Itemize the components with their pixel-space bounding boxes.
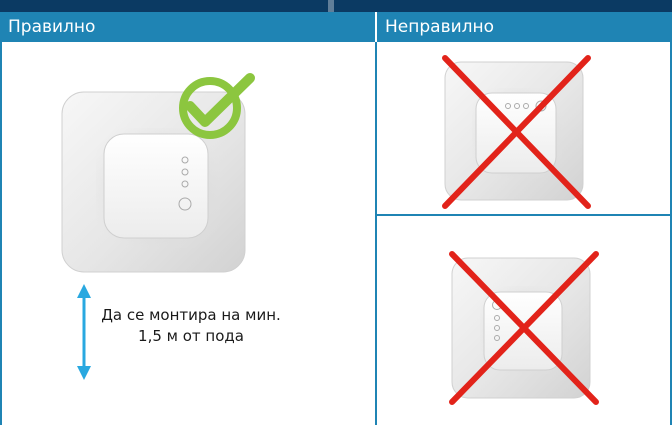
correct-device-illustration — [61, 91, 246, 273]
installation-guide: Правилно Неправилно Да се монтира на мин… — [0, 0, 672, 425]
illustrations — [61, 55, 599, 405]
caption-line-2: 1,5 м от пода — [138, 327, 244, 345]
caption-line-1: Да се монтира на мин. — [101, 306, 281, 324]
double-arrow-vertical-icon — [77, 284, 91, 380]
mounting-height-caption: Да се монтира на мин. 1,5 м от пода — [96, 305, 286, 347]
